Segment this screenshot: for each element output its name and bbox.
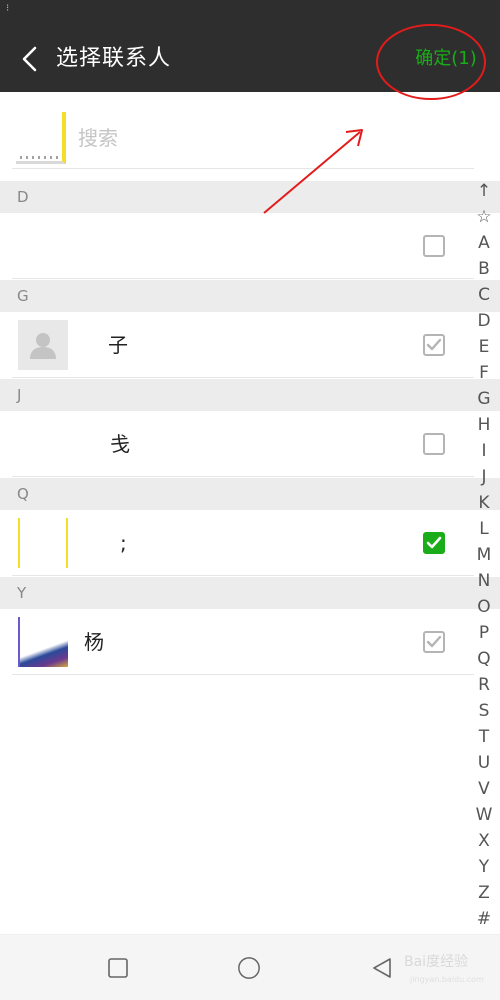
selected-contact-thumbnail[interactable] — [16, 112, 66, 164]
search-input[interactable] — [78, 120, 458, 156]
index-o[interactable]: O — [470, 594, 498, 620]
contact-row[interactable]: 子 — [0, 312, 500, 378]
section-header-j: J — [0, 379, 500, 411]
back-icon[interactable] — [370, 956, 394, 980]
index-n[interactable]: N — [470, 568, 498, 594]
back-button[interactable] — [12, 40, 48, 78]
index-up[interactable]: ↑ — [470, 178, 498, 204]
index-j[interactable]: J — [470, 464, 498, 490]
watermark-subtext: jingyan.baidu.com — [410, 975, 484, 984]
section-header-y: Y — [0, 577, 500, 609]
index-m[interactable]: M — [470, 542, 498, 568]
confirm-button[interactable]: 确定(1) — [404, 45, 488, 73]
check-icon — [426, 635, 442, 648]
check-icon — [426, 338, 442, 351]
index-k[interactable]: K — [470, 490, 498, 516]
index-x[interactable]: X — [470, 828, 498, 854]
contact-checkbox[interactable] — [423, 334, 445, 356]
contact-row[interactable] — [0, 213, 500, 279]
index-l[interactable]: L — [470, 516, 498, 542]
system-nav-bar: Bai度经验 jingyan.baidu.com — [0, 934, 500, 1000]
screen: ⁝ 选择联系人 确定(1) D G 子 — [0, 0, 500, 1000]
index-f[interactable]: F — [470, 360, 498, 386]
index-h[interactable]: H — [470, 412, 498, 438]
watermark-text: Bai度经验 — [404, 954, 469, 970]
search-divider — [12, 168, 474, 169]
contact-checkbox[interactable] — [423, 235, 445, 257]
status-bar: ⁝ — [0, 0, 500, 26]
index-b[interactable]: B — [470, 256, 498, 282]
avatar — [18, 320, 68, 370]
index-z[interactable]: Z — [470, 880, 498, 906]
search-bar — [0, 108, 500, 170]
row-divider — [12, 674, 474, 675]
avatar — [18, 518, 68, 568]
section-header-g: G — [0, 280, 500, 312]
index-i[interactable]: I — [470, 438, 498, 464]
contact-row[interactable]: ; — [0, 510, 500, 576]
contact-row[interactable]: 杨 — [0, 609, 500, 675]
row-divider — [12, 278, 474, 279]
contact-checkbox[interactable] — [423, 433, 445, 455]
index-p[interactable]: P — [470, 620, 498, 646]
contact-checkbox[interactable] — [423, 631, 445, 653]
alphabet-index-bar[interactable]: ↑ ☆ A B C D E F G H I J K L M N O P Q R … — [470, 178, 498, 938]
index-v[interactable]: V — [470, 776, 498, 802]
index-hash[interactable]: # — [470, 906, 498, 932]
avatar — [18, 617, 68, 667]
index-c[interactable]: C — [470, 282, 498, 308]
index-s[interactable]: S — [470, 698, 498, 724]
index-a[interactable]: A — [470, 230, 498, 256]
title-bar: 选择联系人 确定(1) — [0, 26, 500, 92]
index-y[interactable]: Y — [470, 854, 498, 880]
section-header-d: D — [0, 181, 500, 213]
home-icon[interactable] — [237, 956, 261, 980]
index-e[interactable]: E — [470, 334, 498, 360]
contact-row[interactable]: 戋 — [0, 411, 500, 477]
index-g[interactable]: G — [470, 386, 498, 412]
recent-apps-icon[interactable] — [106, 956, 130, 980]
chevron-left-icon — [22, 46, 37, 72]
index-t[interactable]: T — [470, 724, 498, 750]
page-title: 选择联系人 — [56, 46, 172, 71]
contact-name: ; — [120, 531, 127, 555]
index-r[interactable]: R — [470, 672, 498, 698]
contact-name: 戋 — [110, 432, 130, 456]
contact-name: 子 — [108, 333, 128, 357]
index-star[interactable]: ☆ — [470, 204, 498, 230]
contact-checkbox[interactable] — [423, 532, 445, 554]
thumbnail-decoration — [20, 156, 60, 159]
row-divider — [12, 377, 474, 378]
default-person-icon — [30, 333, 56, 359]
index-w[interactable]: W — [470, 802, 498, 828]
index-d[interactable]: D — [470, 308, 498, 334]
check-icon — [426, 536, 442, 549]
contact-name: 杨 — [84, 630, 104, 654]
index-u[interactable]: U — [470, 750, 498, 776]
row-divider — [12, 476, 474, 477]
status-indicator: ⁝ — [6, 3, 10, 14]
section-header-q: Q — [0, 478, 500, 510]
row-divider — [12, 575, 474, 576]
index-q[interactable]: Q — [470, 646, 498, 672]
